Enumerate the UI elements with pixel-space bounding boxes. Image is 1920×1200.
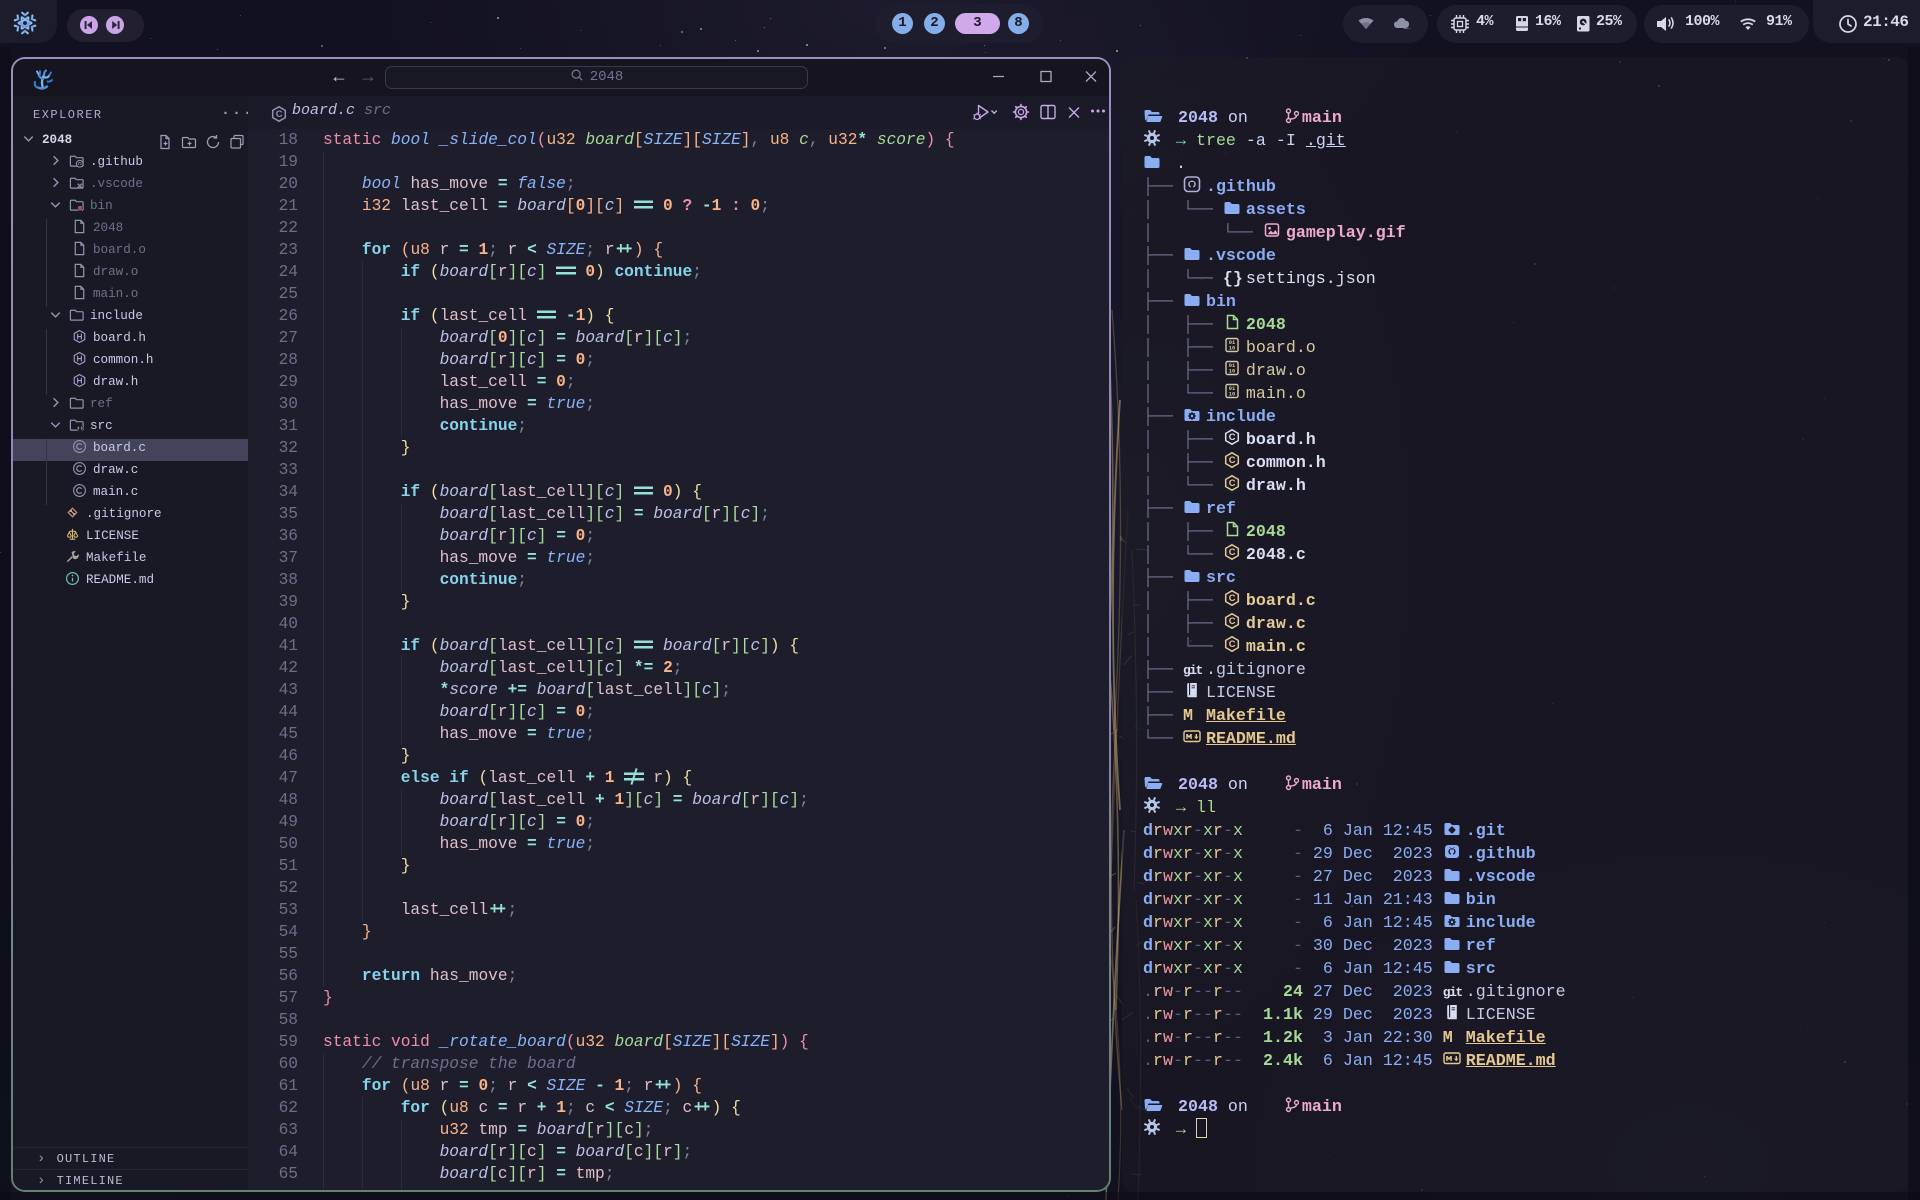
- svg-text:C: C: [1229, 546, 1236, 557]
- svg-text:C: C: [1229, 592, 1236, 603]
- svg-text:C: C: [1229, 477, 1236, 488]
- svg-text:C: C: [1229, 638, 1236, 649]
- svg-text:C: C: [276, 108, 283, 119]
- svg-text:C: C: [1229, 615, 1236, 626]
- svg-text:C: C: [1229, 431, 1236, 442]
- svg-text:10: 10: [1229, 346, 1235, 352]
- svg-text:10: 10: [1229, 392, 1235, 398]
- svg-text:C: C: [1229, 454, 1236, 465]
- svg-text:10: 10: [1229, 369, 1235, 375]
